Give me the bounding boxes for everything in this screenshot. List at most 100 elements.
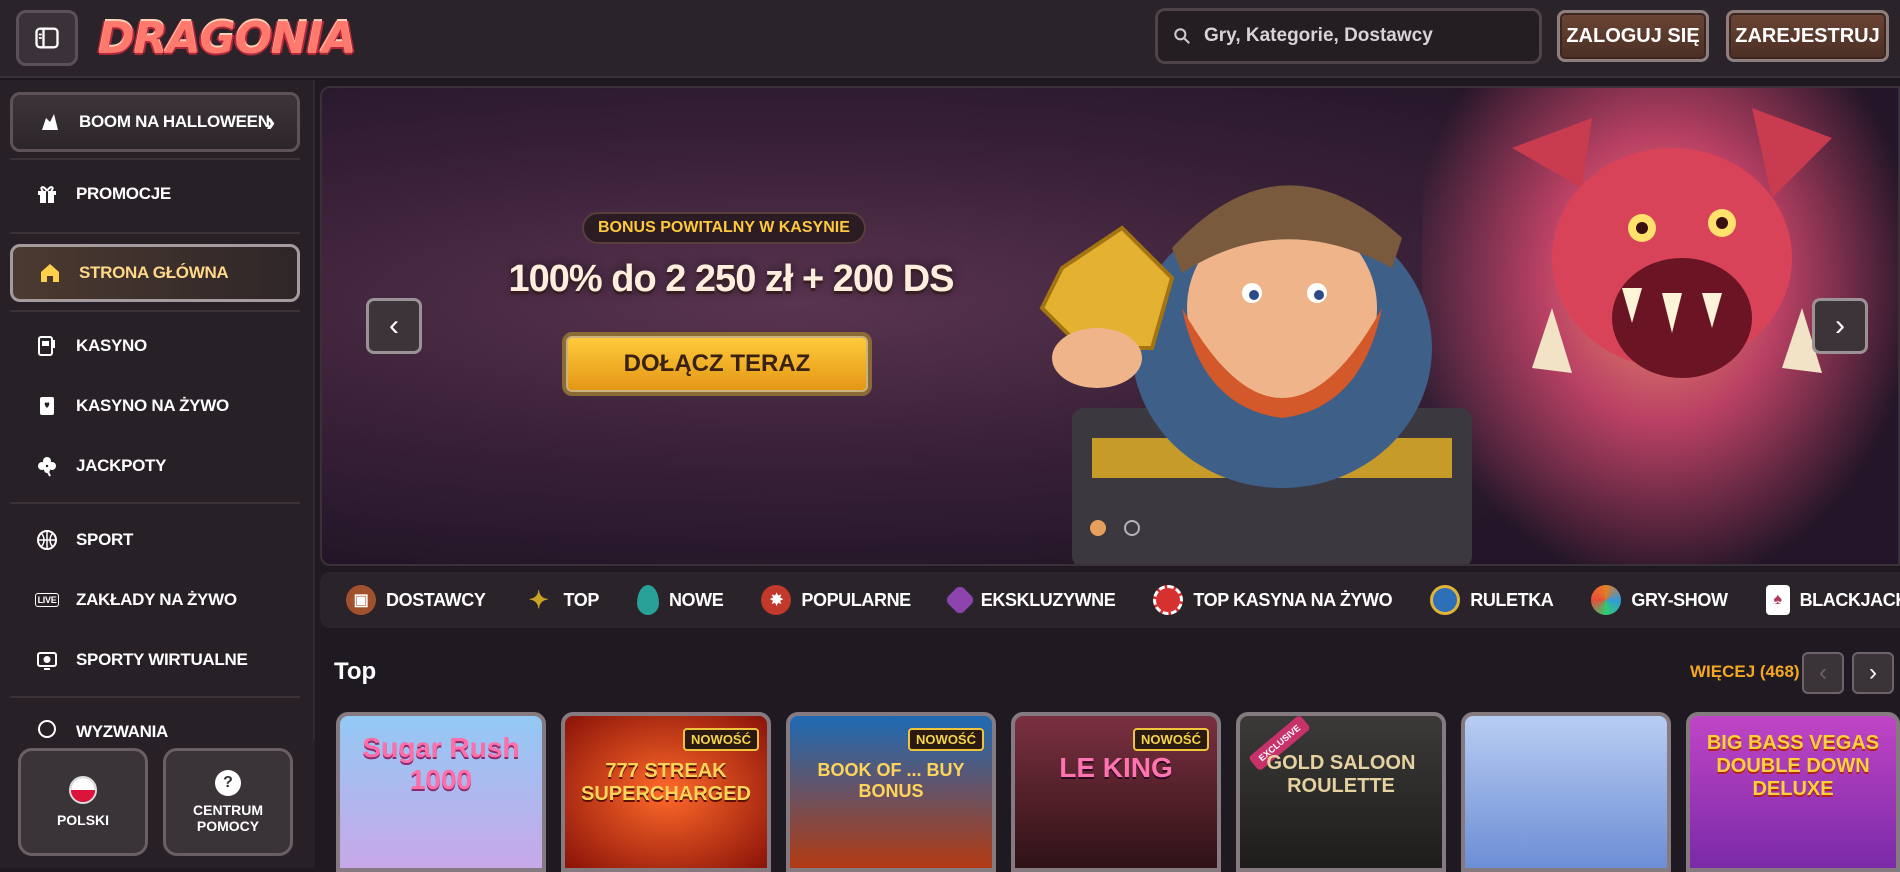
chevron-left-icon: ‹ (389, 309, 399, 342)
sidebar-item-home[interactable]: STRONA GŁÓWNA (10, 244, 300, 302)
sidebar-item-label: WYZWANIA (76, 722, 169, 741)
game-title: BOOK OF ... BUY BONUS (817, 760, 965, 801)
category-exclusive[interactable]: EKSKLUZYWNE (944, 584, 1116, 616)
hero-prev-button[interactable]: ‹ (366, 298, 422, 354)
sidebar-toggle-icon (35, 27, 59, 49)
logo[interactable]: DRAGONIA (98, 8, 356, 68)
gift-icon (34, 181, 60, 207)
sidebar-item-halloween[interactable]: BOOM NA HALLOWEEN › (10, 92, 300, 152)
live-badge: LIVE (34, 593, 60, 607)
category-roulette[interactable]: RULETKA (1430, 585, 1554, 615)
sidebar-item-challenges[interactable]: WYZWANIA (10, 702, 300, 742)
game-title: GOLD SALOON ROULETTE (1266, 752, 1416, 797)
game-card[interactable]: Sugar Rush 1000 (336, 712, 546, 872)
category-providers[interactable]: ▣ DOSTAWCY (346, 585, 486, 615)
sidebar-item-label: KASYNO NA ŻYWO (76, 396, 229, 415)
login-button[interactable]: ZALOGUJ SIĘ (1557, 10, 1709, 62)
sidebar-item-label: SPORTY WIRTUALNE (76, 650, 248, 669)
category-strip: ▣ DOSTAWCY ✦ TOP NOWE ✸ POPULARNE EKSKLUZYW… (320, 572, 1900, 628)
search-input[interactable] (1204, 25, 1524, 47)
sidebar-item-sport[interactable]: SPORT (10, 514, 300, 566)
sidebar-item-virtual-sports[interactable]: SPORTY WIRTUALNE (10, 634, 300, 686)
category-label: GRY-SHOW (1631, 589, 1728, 610)
sidebar-toggle-button[interactable] (16, 10, 78, 66)
sidebar-item-live-casino[interactable]: KASYNO NA ŻYWO (10, 380, 300, 432)
new-badge: NOWOŚĆ (683, 728, 759, 751)
sidebar-item-promotions[interactable]: PROMOCJE (10, 168, 300, 220)
divider (10, 696, 300, 698)
roulette-icon (1430, 585, 1461, 615)
game-card[interactable]: EXCLUSIVE GOLD SALOON ROULETTE (1236, 712, 1446, 872)
category-new[interactable]: NOWE (636, 585, 724, 615)
sidebar: BOOM NA HALLOWEEN › PROMOCJE STRONA GŁÓW… (0, 80, 315, 868)
game-title: Sugar Rush 1000 (362, 732, 520, 795)
game-title: BIG BASS VEGAS DOUBLE DOWN DELUXE (1706, 732, 1880, 800)
section-next-button[interactable]: › (1852, 652, 1894, 694)
sidebar-item-jackpots[interactable]: JACKPOTY (10, 440, 300, 492)
sidebar-item-label: SPORT (76, 530, 134, 549)
divider (10, 158, 300, 160)
game-card[interactable]: NOWOŚĆ 777 STREAK SUPERCHARGED (561, 712, 771, 872)
join-now-button[interactable]: DOŁĄCZ TERAZ (562, 332, 872, 396)
providers-icon: ▣ (346, 585, 376, 615)
category-blackjack[interactable]: ♠ BLACKJACK (1765, 585, 1900, 615)
sidebar-item-casino[interactable]: KASYNO (10, 320, 300, 372)
search-box[interactable] (1155, 8, 1542, 64)
register-button[interactable]: ZAREJESTRUJ (1726, 10, 1889, 62)
egg-icon (636, 585, 659, 615)
chevron-left-icon: ‹ (1819, 659, 1827, 686)
hero-next-button[interactable]: › (1812, 298, 1868, 354)
bonus-pill: BONUS POWITALNY W KASYNIE (582, 212, 866, 244)
game-card[interactable]: NOWOŚĆ LE KING (1011, 712, 1221, 872)
category-top-live-casino[interactable]: TOP KASYNA NA ŻYWO (1153, 585, 1393, 615)
game-card[interactable]: NOWOŚĆ BOOK OF ... BUY BONUS (786, 712, 996, 872)
halloween-icon (37, 109, 63, 135)
game-title: 777 STREAK SUPERCHARGED (580, 760, 752, 805)
category-label: EKSKLUZYWNE (980, 589, 1116, 610)
category-label: TOP KASYNA NA ŻYWO (1193, 589, 1393, 610)
sidebar-item-label: KASYNO (76, 336, 147, 355)
sidebar-item-label: PROMOCJE (76, 184, 171, 203)
divider (10, 232, 300, 234)
hero-dot-2[interactable] (1124, 520, 1140, 536)
game-title: LE KING (1059, 752, 1173, 783)
help-label-line2: POMOCY (196, 818, 260, 834)
category-label: POPULARNE (801, 589, 911, 610)
sidebar-item-label: BOOM NA HALLOWEEN (79, 112, 270, 131)
sidebar-item-live-bets[interactable]: LIVE ZAKŁADY NA ŻYWO (10, 574, 300, 626)
more-link[interactable]: WIĘCEJ (468) (1690, 662, 1800, 682)
section-prev-button[interactable]: ‹ (1802, 652, 1844, 694)
blackjack-icon: ♠ (1765, 585, 1790, 615)
sidebar-item-label: STRONA GŁÓWNA (79, 263, 229, 282)
divider (10, 310, 300, 312)
chevron-right-icon: › (1835, 309, 1845, 342)
bomb-icon: ✸ (761, 585, 792, 615)
language-button[interactable]: POLSKI (18, 748, 148, 856)
game-card[interactable]: BIG BASS VEGAS DOUBLE DOWN DELUXE (1686, 712, 1900, 872)
language-label: POLSKI (56, 812, 110, 828)
hero-dot-1[interactable] (1090, 520, 1106, 536)
virtual-sport-icon (34, 647, 60, 673)
live-icon: LIVE (34, 587, 60, 613)
divider (10, 502, 300, 504)
hero-banner[interactable]: BONUS POWITALNY W KASYNIE 100% do 2 250 … (320, 86, 1900, 566)
sidebar-item-label: JACKPOTY (76, 456, 167, 475)
search-icon (1174, 28, 1190, 44)
clover-icon (34, 453, 60, 479)
category-game-show[interactable]: GRY-SHOW (1591, 585, 1728, 615)
cards-icon (34, 393, 60, 419)
category-popular[interactable]: ✸ POPULARNE (761, 585, 911, 615)
top-header: DRAGONIA ZALOGUJ SIĘ ZAREJESTRUJ (0, 0, 1900, 78)
category-label: BLACKJACK (1799, 589, 1900, 610)
gem-icon (944, 584, 976, 616)
challenge-icon (34, 716, 60, 742)
help-label-line1: CENTRUM (193, 802, 263, 818)
poland-flag-icon (69, 776, 97, 804)
help-center-button[interactable]: ? CENTRUM POMOCY (163, 748, 293, 856)
wheel-icon (1591, 585, 1622, 615)
category-label: DOSTAWCY (386, 589, 486, 610)
chip-icon (1153, 585, 1184, 615)
category-top[interactable]: ✦ TOP (523, 585, 600, 615)
game-card[interactable] (1461, 712, 1671, 872)
question-icon: ? (215, 770, 241, 796)
